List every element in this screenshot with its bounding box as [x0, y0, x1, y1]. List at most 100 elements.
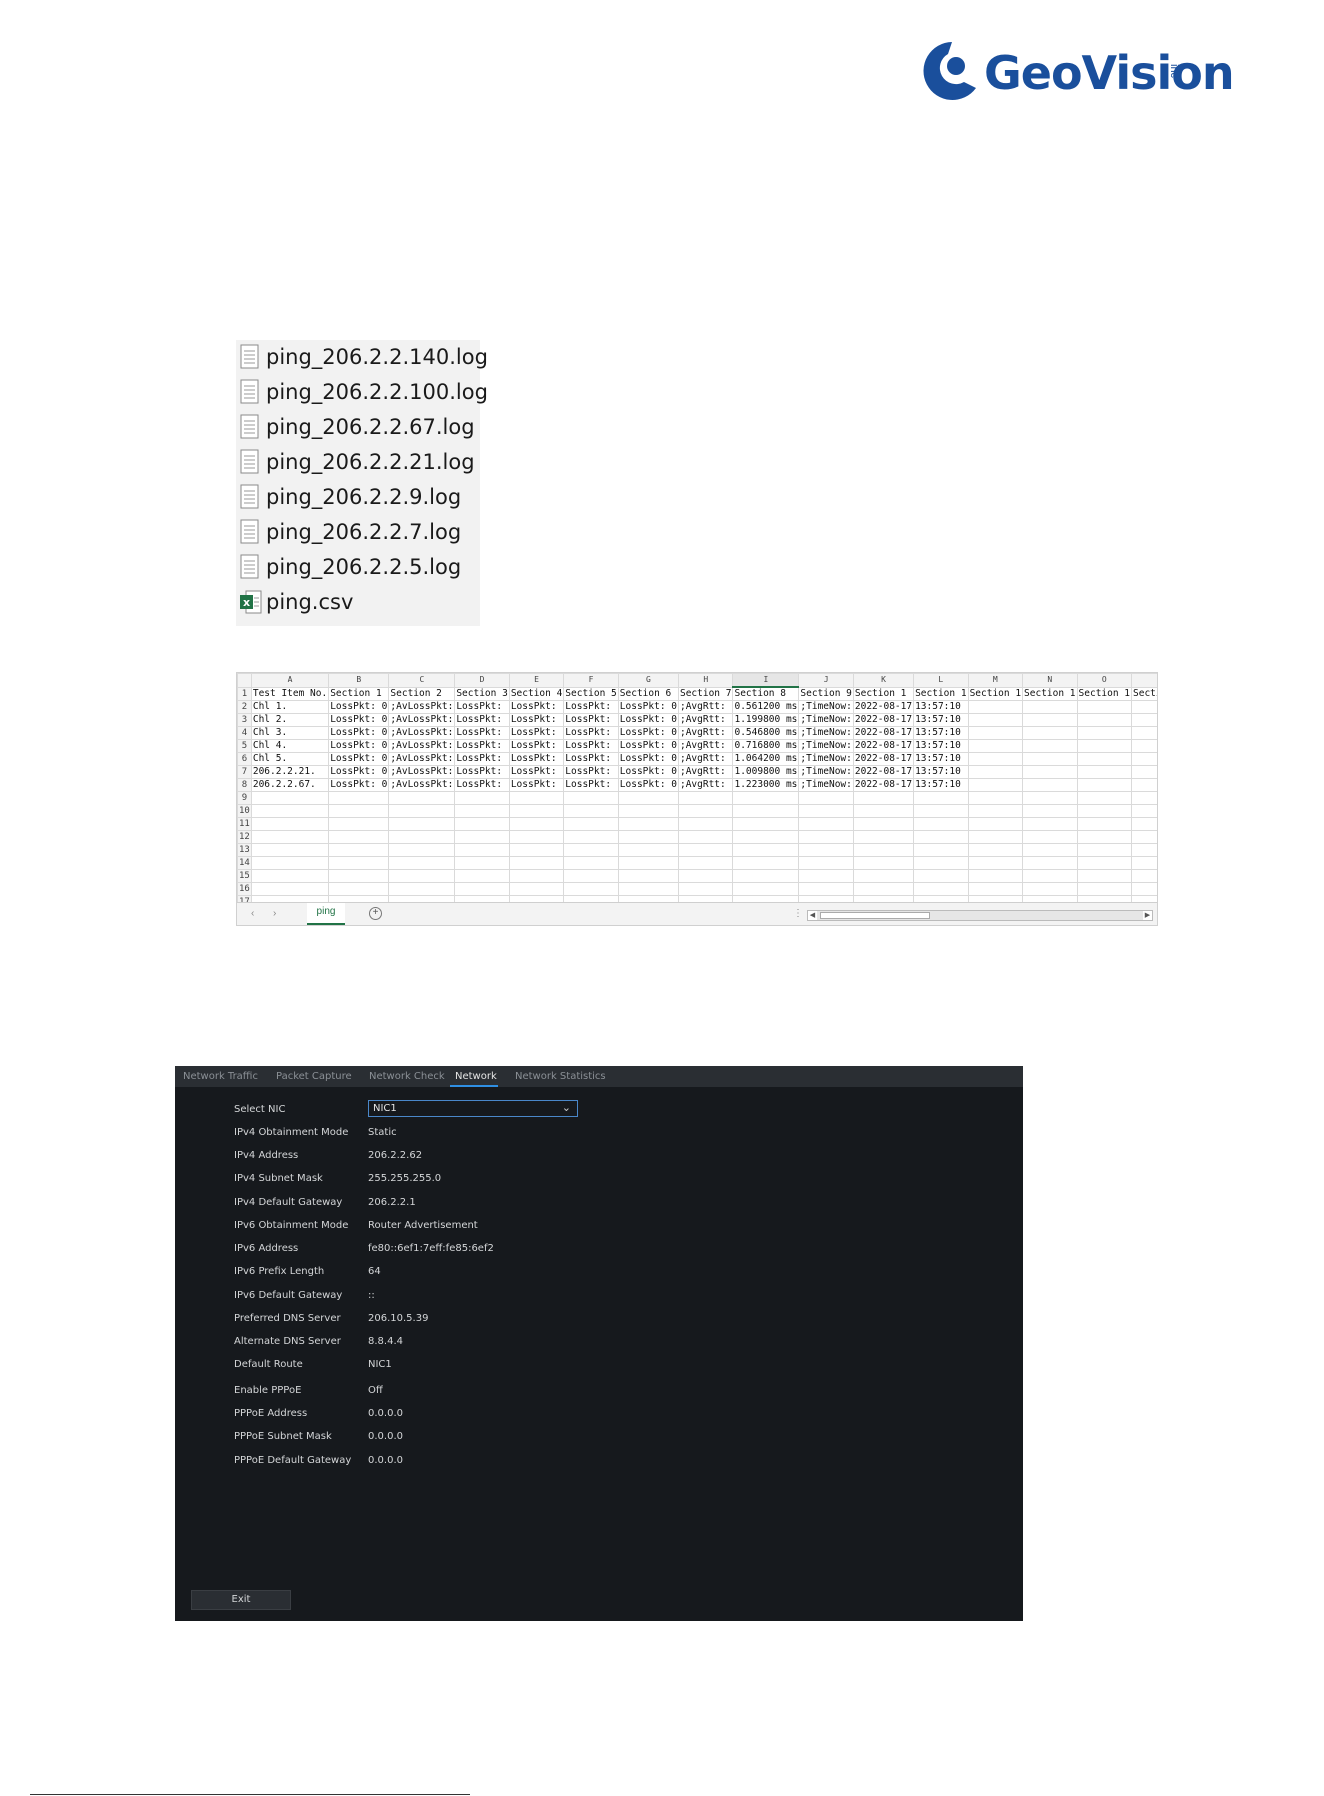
table-cell[interactable] [454, 856, 510, 870]
table-cell[interactable] [732, 830, 800, 844]
tab-network[interactable]: Network [455, 1071, 497, 1082]
table-cell[interactable]: LossPkt: 0 [328, 713, 390, 727]
table-cell[interactable] [852, 843, 915, 857]
scroll-left-icon[interactable]: ◀ [808, 911, 817, 920]
table-cell[interactable] [967, 830, 1024, 844]
table-cell[interactable]: Section 9 [798, 686, 854, 701]
table-cell[interactable] [1022, 869, 1078, 883]
row-number[interactable]: 2 [237, 700, 252, 714]
table-cell[interactable]: LossPkt: [454, 765, 510, 779]
table-cell[interactable] [250, 791, 330, 805]
table-cell[interactable] [454, 804, 510, 818]
table-cell[interactable]: Section 1 [1076, 686, 1133, 701]
table-cell[interactable]: 2022-08-17 [852, 713, 915, 727]
row-number[interactable]: 6 [237, 752, 252, 766]
table-cell[interactable] [508, 856, 565, 870]
row-number[interactable]: 5 [237, 739, 252, 753]
table-cell[interactable] [798, 882, 854, 896]
table-cell[interactable] [617, 804, 679, 818]
table-cell[interactable] [967, 713, 1024, 727]
table-cell[interactable] [913, 843, 969, 857]
row-number[interactable]: 9 [237, 791, 252, 805]
table-cell[interactable]: Section 6 [617, 686, 679, 701]
table-cell[interactable] [328, 817, 390, 831]
table-cell[interactable] [1076, 778, 1133, 792]
table-cell[interactable] [1022, 843, 1078, 857]
table-cell[interactable] [967, 843, 1024, 857]
table-cell[interactable] [852, 791, 915, 805]
table-cell[interactable] [563, 817, 619, 831]
table-cell[interactable] [454, 869, 510, 883]
table-cell[interactable]: LossPkt: [454, 726, 510, 740]
column-header[interactable]: B [328, 673, 390, 688]
table-cell[interactable]: LossPkt: 0 [617, 713, 679, 727]
table-cell[interactable]: Section 2 [388, 686, 456, 701]
table-cell[interactable]: LossPkt: [563, 752, 619, 766]
table-cell[interactable] [1131, 739, 1157, 753]
table-cell[interactable] [1131, 791, 1157, 805]
table-cell[interactable] [563, 869, 619, 883]
table-cell[interactable] [913, 804, 969, 818]
table-cell[interactable] [1131, 765, 1157, 779]
table-cell[interactable]: LossPkt: [563, 778, 619, 792]
table-cell[interactable]: Test Item No. [250, 686, 330, 701]
table-cell[interactable]: LossPkt: 0 [328, 752, 390, 766]
column-header[interactable]: K [852, 673, 915, 688]
table-cell[interactable]: 13:57:10 [913, 739, 969, 753]
table-cell[interactable] [798, 804, 854, 818]
table-cell[interactable]: LossPkt: 0 [617, 739, 679, 753]
table-cell[interactable] [732, 843, 800, 857]
table-cell[interactable] [563, 791, 619, 805]
table-cell[interactable] [913, 869, 969, 883]
column-header[interactable]: I [732, 673, 800, 688]
table-cell[interactable] [328, 830, 390, 844]
file-item[interactable]: ping_206.2.2.67.log [240, 410, 475, 444]
table-cell[interactable] [328, 804, 390, 818]
table-cell[interactable] [798, 869, 854, 883]
table-cell[interactable]: LossPkt: [454, 778, 510, 792]
table-cell[interactable] [1076, 843, 1133, 857]
table-cell[interactable] [1076, 804, 1133, 818]
table-cell[interactable] [1131, 882, 1157, 896]
table-cell[interactable] [967, 791, 1024, 805]
table-cell[interactable] [388, 882, 456, 896]
column-header[interactable]: O [1076, 673, 1133, 688]
table-cell[interactable] [798, 817, 854, 831]
table-cell[interactable] [388, 856, 456, 870]
table-cell[interactable] [1131, 817, 1157, 831]
table-cell[interactable] [1131, 778, 1157, 792]
table-cell[interactable] [454, 882, 510, 896]
table-cell[interactable] [388, 791, 456, 805]
table-cell[interactable] [1076, 791, 1133, 805]
sheet-next-icon[interactable]: › [273, 908, 276, 919]
table-cell[interactable]: 1.199800 ms [732, 713, 800, 727]
column-header[interactable]: M [967, 673, 1024, 688]
table-cell[interactable] [388, 830, 456, 844]
table-cell[interactable]: Section 1 [1022, 686, 1078, 701]
sheet-tab-ping[interactable]: ping [307, 903, 345, 925]
table-cell[interactable] [852, 830, 915, 844]
table-cell[interactable]: Section 4 [508, 686, 565, 701]
row-number[interactable]: 7 [237, 765, 252, 779]
table-cell[interactable] [967, 856, 1024, 870]
split-handle-icon[interactable]: ⋮ [793, 908, 803, 919]
file-item[interactable]: ping_206.2.2.140.log [240, 340, 488, 374]
table-cell[interactable] [508, 843, 565, 857]
row-number[interactable]: 3 [237, 713, 252, 727]
table-cell[interactable] [913, 882, 969, 896]
table-cell[interactable] [798, 856, 854, 870]
table-cell[interactable] [250, 804, 330, 818]
table-cell[interactable] [967, 765, 1024, 779]
table-cell[interactable] [967, 739, 1024, 753]
column-header[interactable]: P [1131, 673, 1157, 688]
row-number[interactable]: 4 [237, 726, 252, 740]
table-cell[interactable]: ;TimeNow: [798, 778, 854, 792]
table-cell[interactable] [732, 817, 800, 831]
tab-network-statistics[interactable]: Network Statistics [515, 1071, 606, 1082]
table-cell[interactable]: LossPkt: [508, 726, 565, 740]
table-cell[interactable]: 13:57:10 [913, 700, 969, 714]
scroll-right-icon[interactable]: ▶ [1143, 911, 1152, 920]
table-cell[interactable]: LossPkt: [563, 726, 619, 740]
column-header[interactable]: H [677, 673, 734, 688]
table-cell[interactable]: LossPkt: [563, 713, 619, 727]
